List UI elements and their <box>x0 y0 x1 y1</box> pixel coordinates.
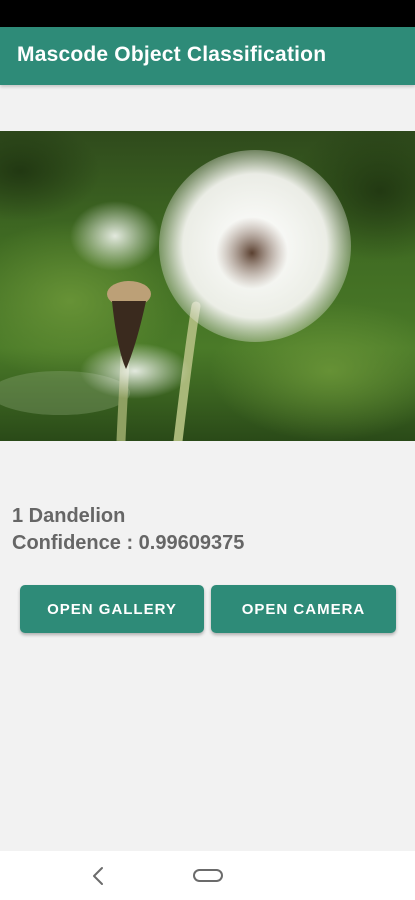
navigation-bar <box>0 851 415 900</box>
open-gallery-button[interactable]: OPEN GALLERY <box>20 585 204 633</box>
result-label: 1 Dandelion <box>12 505 126 527</box>
back-chevron-icon[interactable] <box>88 865 110 887</box>
status-bar <box>0 0 415 27</box>
classification-result: 1 Dandelion Confidence : 0.99609375 <box>12 503 244 557</box>
home-pill-icon[interactable] <box>193 869 223 882</box>
confidence-text: Confidence : 0.99609375 <box>12 532 245 554</box>
app-title: Mascode Object Classification <box>17 43 327 66</box>
app-bar: Mascode Object Classification <box>0 27 415 85</box>
open-camera-button[interactable]: OPEN CAMERA <box>211 585 396 633</box>
classified-image <box>0 131 415 441</box>
